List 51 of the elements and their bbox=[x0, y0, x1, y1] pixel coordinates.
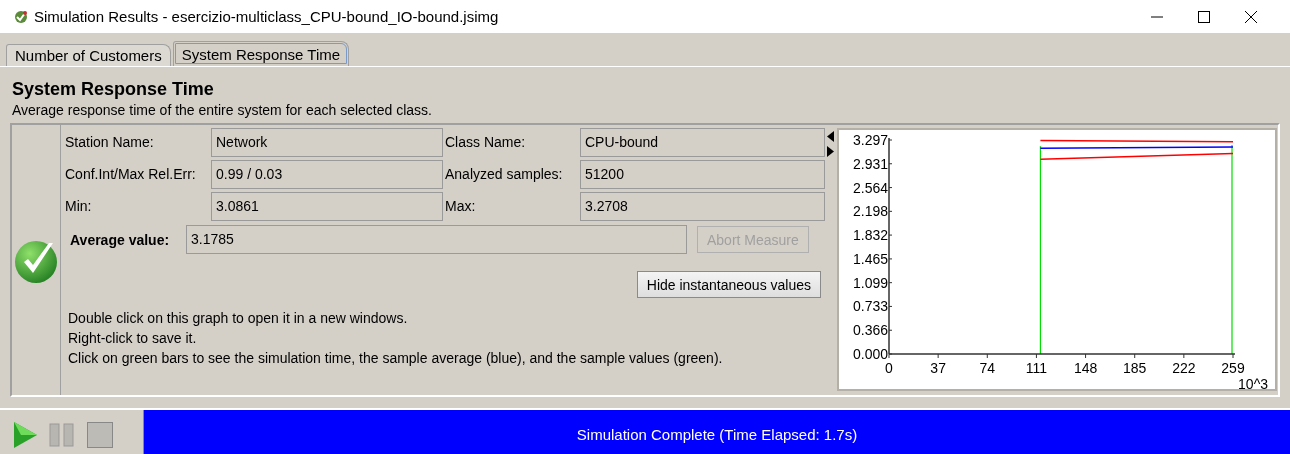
help-text: Click on green bars to see the simulation time, the sample average (blue), and the sample values (green). bbox=[68, 349, 724, 368]
x-tick-label: 37 bbox=[930, 360, 946, 376]
status-text: Simulation Complete (Time Elapsed: 1.7s) bbox=[576, 426, 858, 443]
x-tick-label: 148 bbox=[1073, 360, 1098, 376]
value-field: 3.2708 bbox=[580, 192, 825, 221]
field-label: Class Name: bbox=[445, 133, 527, 152]
value-field: CPU-bound bbox=[580, 128, 825, 157]
stop-icon[interactable] bbox=[86, 420, 114, 449]
chart-panel[interactable]: 0.000 0.366 0.733 1.099 1.465 1.832 2.198 2.564 2.931 3.297 0 37 74 111 148 185 222 259 10^3 bbox=[837, 128, 1277, 391]
section-description: Average response time of the entire system for each selected class. bbox=[12, 102, 433, 118]
x-axis-label: 10^3 bbox=[1238, 376, 1268, 389]
collapse-left-icon[interactable] bbox=[827, 131, 834, 142]
x-tick-label: 185 bbox=[1123, 360, 1147, 376]
x-tick-label: 259 bbox=[1221, 360, 1245, 376]
y-tick-label: 1.465 bbox=[852, 250, 888, 267]
y-tick-label: 0.000 bbox=[852, 346, 888, 362]
field-label: Average value: bbox=[70, 231, 171, 248]
tab[interactable]: Number of Customers bbox=[6, 44, 171, 66]
hide-values-button[interactable]: Hide instantaneous values bbox=[636, 271, 821, 298]
x-tick-label: 111 bbox=[1025, 360, 1048, 376]
value-field: 51200 bbox=[580, 160, 825, 189]
field-label: Analyzed samples: bbox=[445, 165, 564, 184]
y-tick-label: 2.564 bbox=[852, 179, 888, 196]
y-tick-label: 0.366 bbox=[852, 322, 888, 339]
field-label: Conf.Int/Max Rel.Err: bbox=[65, 165, 197, 184]
y-tick-label: 1.099 bbox=[852, 274, 888, 291]
field-label: Station Name: bbox=[65, 133, 155, 152]
y-tick-label: 2.198 bbox=[852, 203, 888, 220]
app-icon bbox=[14, 9, 28, 24]
value-field: Network bbox=[211, 128, 443, 157]
y-tick-label: 1.832 bbox=[852, 227, 888, 244]
y-tick-label: 2.931 bbox=[852, 155, 888, 172]
x-tick-label: 0 bbox=[885, 360, 893, 376]
field-label: Min: bbox=[65, 197, 93, 216]
value-field: 3.1785 bbox=[186, 225, 687, 254]
y-tick-label: 0.733 bbox=[852, 298, 888, 315]
section-title: System Response Time bbox=[12, 79, 215, 100]
field-label: Max: bbox=[445, 197, 477, 216]
value-field: 0.99 / 0.03 bbox=[211, 160, 443, 189]
help-text: Right-click to save it. bbox=[68, 329, 198, 348]
value-field: 3.0861 bbox=[211, 192, 443, 221]
tab[interactable]: System Response Time bbox=[172, 41, 350, 66]
x-tick-label: 74 bbox=[979, 360, 996, 376]
x-tick-label: 222 bbox=[1172, 360, 1196, 376]
y-tick-label: 3.297 bbox=[852, 133, 888, 148]
play-icon[interactable] bbox=[12, 420, 38, 449]
maximize-icon[interactable] bbox=[1196, 8, 1212, 25]
expand-right-icon[interactable] bbox=[827, 146, 834, 157]
close-icon[interactable] bbox=[1243, 8, 1259, 25]
window-title: Simulation Results - esercizio-multiclass_CPU-bound_IO-bound.jsimg bbox=[34, 8, 500, 25]
help-text: Double click on this graph to open it in a new windows. bbox=[68, 309, 409, 328]
